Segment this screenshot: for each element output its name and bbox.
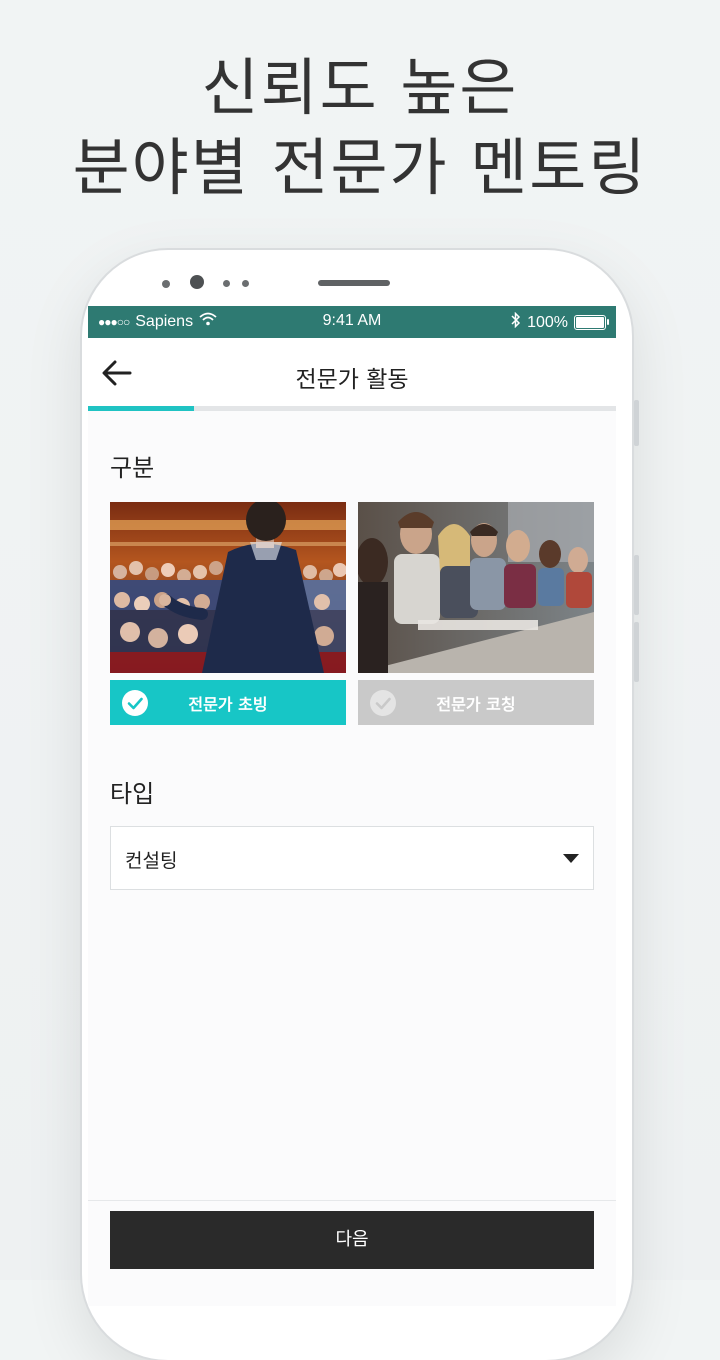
phone-side-button — [634, 622, 639, 682]
type-dropdown[interactable]: 컨설팅 — [110, 826, 594, 890]
headline-line-2: 분야별 전문가 멘토링 — [72, 131, 648, 204]
option-card-coaching[interactable]: 전문가 코칭 — [358, 502, 594, 725]
sensor-dot — [223, 280, 230, 287]
footer-divider — [88, 1200, 616, 1201]
step-progress-fill — [88, 406, 194, 411]
lecture-photo — [110, 502, 346, 673]
check-circle-icon — [370, 690, 396, 716]
step-progress-bar — [88, 406, 616, 411]
front-camera — [190, 275, 204, 289]
next-button[interactable]: 다음 — [110, 1211, 594, 1269]
sensor-dot — [162, 280, 170, 288]
promo-headline: 신뢰도 높은 분야별 전문가 멘토링 — [0, 48, 720, 208]
status-bar: ●●●○○ Sapiens 9:41 AM 100% — [88, 306, 616, 338]
phone-frame: ●●●○○ Sapiens 9:41 AM 100% 전문가 활동 구분 전문가… — [82, 250, 639, 1360]
earpiece-speaker — [318, 280, 390, 286]
phone-side-button — [634, 555, 639, 615]
page-title: 전문가 활동 — [295, 367, 409, 393]
option-card-invite[interactable]: 전문가 초빙 — [110, 502, 346, 725]
nav-bar: 전문가 활동 — [88, 338, 616, 408]
headline-line-1: 신뢰도 높은 — [201, 51, 519, 124]
app-screen: ●●●○○ Sapiens 9:41 AM 100% 전문가 활동 구분 전문가… — [88, 306, 616, 1306]
sensor-dot — [242, 280, 249, 287]
bluetooth-icon — [511, 311, 521, 333]
seminar-photo — [358, 502, 594, 673]
option-coaching-button[interactable]: 전문가 코칭 — [358, 680, 594, 725]
option-invite-button[interactable]: 전문가 초빙 — [110, 680, 346, 725]
battery-percent: 100% — [527, 313, 568, 331]
phone-side-button — [634, 400, 639, 446]
caret-down-icon — [563, 854, 579, 863]
type-dropdown-value: 컨설팅 — [125, 850, 178, 872]
status-right: 100% — [511, 311, 609, 333]
category-label: 구분 — [110, 454, 155, 482]
type-label: 타입 — [110, 780, 155, 808]
battery-icon — [574, 315, 609, 330]
check-circle-icon — [122, 690, 148, 716]
